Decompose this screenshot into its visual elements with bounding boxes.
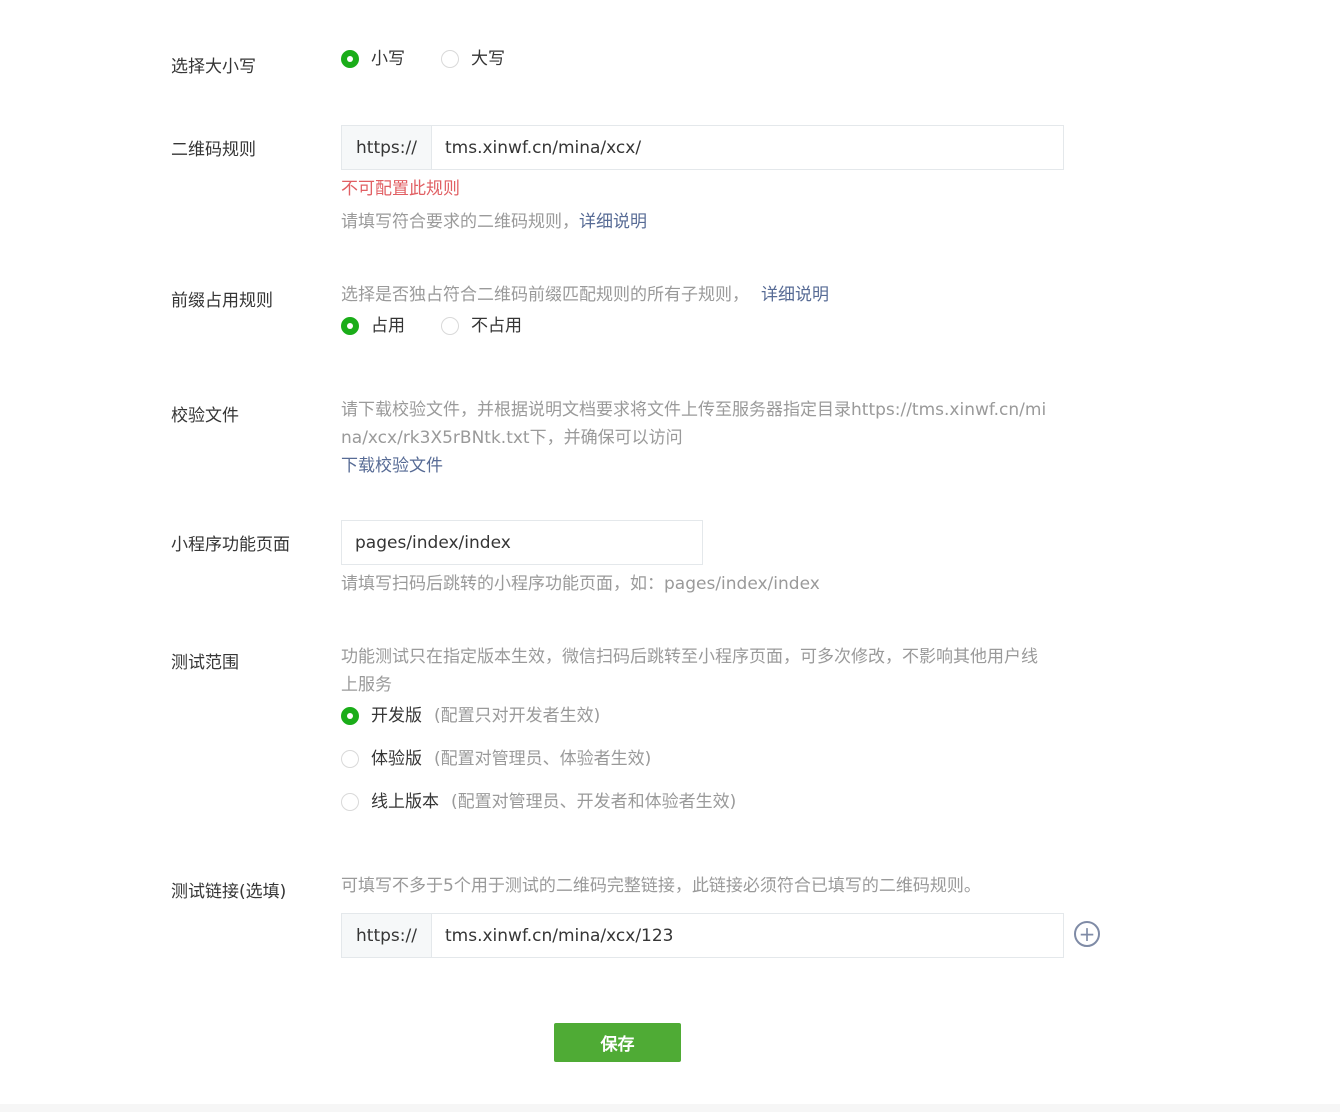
- scope-option-trial[interactable]: 体验版 (配置对管理员、体验者生效): [341, 747, 651, 771]
- test-link-field: https://: [341, 913, 1064, 958]
- scope-option-online[interactable]: 线上版本 (配置对管理员、开发者和体验者生效): [341, 790, 736, 814]
- verify-file-hint-line2: na/xcx/rk3X5rBNtk.txt下，并确保可以访问: [341, 428, 683, 448]
- prefix-option-not-occupy-label: 不占用: [471, 316, 522, 336]
- qr-rule-error: 不可配置此规则: [341, 179, 460, 199]
- radio-unchecked-icon[interactable]: [341, 793, 359, 811]
- radio-unchecked-icon[interactable]: [441, 50, 459, 68]
- prefix-rule-hint-text: 选择是否独占符合二维码前缀匹配规则的所有子规则，: [341, 285, 749, 305]
- scope-option-trial-label: 体验版: [371, 749, 422, 769]
- test-link-prefix: https://: [342, 914, 432, 957]
- radio-checked-icon[interactable]: [341, 707, 359, 725]
- prefix-rule-radio-group: 占用 不占用: [341, 314, 558, 338]
- page-path-field: [341, 520, 703, 565]
- case-label: 选择大小写: [171, 57, 256, 77]
- qr-rule-input[interactable]: [432, 126, 1063, 169]
- test-scope-hint-line2: 上服务: [341, 675, 392, 695]
- prefix-option-occupy-label: 占用: [371, 316, 405, 336]
- prefix-rule-label: 前缀占用规则: [171, 291, 273, 311]
- scope-option-dev-label: 开发版: [371, 706, 422, 726]
- prefix-rule-hint: 选择是否独占符合二维码前缀匹配规则的所有子规则， 详细说明: [341, 281, 829, 309]
- qr-rule-detail-link[interactable]: 详细说明: [579, 212, 647, 232]
- case-option-upper-label: 大写: [471, 49, 505, 69]
- test-scope-label: 测试范围: [171, 653, 239, 673]
- footer-divider: [0, 1104, 1340, 1112]
- case-option-lower-label: 小写: [371, 49, 405, 69]
- page-path-label: 小程序功能页面: [171, 535, 290, 555]
- qr-rule-hint: 请填写符合要求的二维码规则，详细说明: [341, 208, 647, 236]
- plus-circle-icon[interactable]: +: [1074, 921, 1100, 947]
- page-path-hint: 请填写扫码后跳转的小程序功能页面，如：pages/index/index: [341, 574, 820, 594]
- radio-checked-icon[interactable]: [341, 50, 359, 68]
- case-option-upper[interactable]: 大写: [441, 47, 505, 71]
- qr-rule-field: https://: [341, 125, 1064, 170]
- test-link-label: 测试链接(选填): [171, 882, 287, 902]
- qr-rule-hint-text: 请填写符合要求的二维码规则，: [341, 212, 579, 232]
- case-radio-group: 小写 大写: [341, 47, 541, 71]
- test-link-hint: 可填写不多于5个用于测试的二维码完整链接，此链接必须符合已填写的二维码规则。: [341, 876, 981, 896]
- radio-unchecked-icon[interactable]: [441, 317, 459, 335]
- download-verify-file-link[interactable]: 下载校验文件: [341, 452, 443, 480]
- case-option-lower[interactable]: 小写: [341, 47, 405, 71]
- qr-rule-prefix: https://: [342, 126, 432, 169]
- verify-file-label: 校验文件: [171, 406, 239, 426]
- scope-option-dev-note: (配置只对开发者生效): [434, 706, 601, 726]
- radio-unchecked-icon[interactable]: [341, 750, 359, 768]
- scope-option-dev[interactable]: 开发版 (配置只对开发者生效): [341, 704, 600, 728]
- qr-rule-label: 二维码规则: [171, 140, 256, 160]
- radio-checked-icon[interactable]: [341, 317, 359, 335]
- scope-option-trial-note: (配置对管理员、体验者生效): [434, 749, 652, 769]
- test-scope-hint-line1: 功能测试只在指定版本生效，微信扫码后跳转至小程序页面，可多次修改，不影响其他用户…: [341, 647, 1038, 667]
- page-path-input[interactable]: [342, 521, 702, 564]
- save-button[interactable]: 保存: [554, 1023, 681, 1062]
- prefix-option-occupy[interactable]: 占用: [341, 314, 405, 338]
- scope-option-online-note: (配置对管理员、开发者和体验者生效): [451, 792, 737, 812]
- prefix-rule-detail-link[interactable]: 详细说明: [761, 285, 829, 305]
- scope-option-online-label: 线上版本: [371, 792, 439, 812]
- prefix-option-not-occupy[interactable]: 不占用: [441, 314, 522, 338]
- verify-file-hint-line1: 请下载校验文件，并根据说明文档要求将文件上传至服务器指定目录https://tm…: [341, 400, 1047, 420]
- test-link-input[interactable]: [432, 914, 1063, 957]
